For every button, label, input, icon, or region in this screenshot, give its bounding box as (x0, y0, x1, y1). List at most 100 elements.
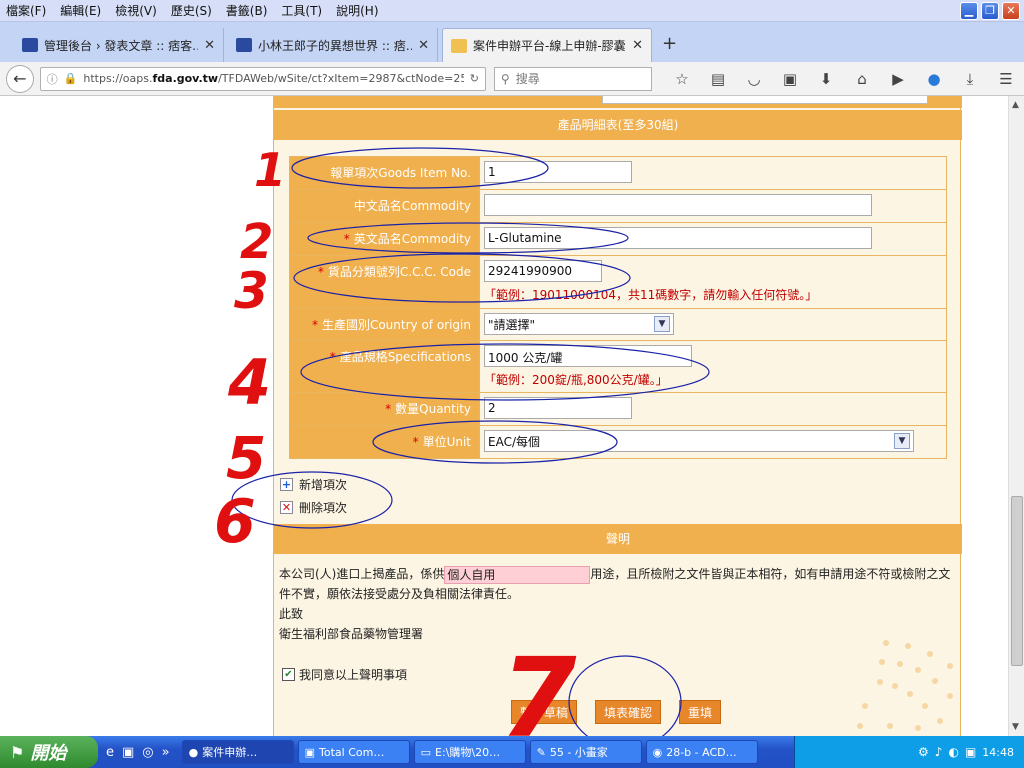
windows-flag-icon: ⚑ (10, 742, 25, 762)
table-row: * 生產國別Country of origin "請選擇" ▼ (289, 308, 947, 341)
reset-button[interactable]: 重填 (679, 700, 722, 724)
volume-icon[interactable]: ♪ (935, 745, 943, 759)
restore-icon[interactable]: ❐ (981, 2, 999, 20)
menu-bookmarks[interactable]: 書籤(B) (226, 2, 268, 19)
folder-icon: ▭ (420, 745, 432, 759)
quantity-input[interactable]: 2 (484, 397, 632, 419)
system-tray: ⚙ ♪ ◐ ▣ 14:48 (794, 736, 1024, 768)
form-buttons: 暫存草稿 填表確認 重填 (511, 700, 739, 724)
goods-item-no-input[interactable]: 1 (484, 161, 632, 183)
clock[interactable]: 14:48 (982, 746, 1014, 759)
specifications-input[interactable]: 1000 公克/罐 (484, 345, 692, 367)
url-bar[interactable]: ⓘ 🔒 https://oaps.fda.gov.tw/TFDAWeb/wSit… (39, 66, 486, 91)
table-row: 報單項次Goods Item No. 1 (289, 156, 947, 190)
scroll-up-icon[interactable]: ▲ (1012, 100, 1019, 110)
reader-view-icon[interactable]: ▤ (700, 70, 736, 88)
agree-checkbox-row[interactable]: ✔ 我同意以上聲明事項 (282, 666, 407, 683)
taskbar-item-browser[interactable]: ● 案件申辦… (181, 740, 294, 764)
specifications-label: * 產品規格Specifications (289, 340, 480, 393)
tab-blog[interactable]: 小林王郎子的異想世界 :: 痞… ✕ (228, 28, 438, 62)
save-disk-icon[interactable]: ▣ (122, 745, 134, 760)
menu-history[interactable]: 歷史(S) (171, 2, 212, 19)
chinese-commodity-input[interactable] (484, 194, 872, 216)
unit-select[interactable]: EAC/每個 ▼ (484, 430, 914, 452)
agree-label: 我同意以上聲明事項 (299, 668, 408, 682)
vertical-scrollbar[interactable]: ▲ ▼ (1008, 96, 1024, 736)
table-row: * 產品規格Specifications 1000 公克/罐 「範例：200錠/瓶… (289, 340, 947, 393)
lock-icon[interactable]: 🔒 (64, 72, 78, 85)
delete-x-icon: ✕ (280, 501, 293, 514)
menu-file[interactable]: 檔案(F) (6, 2, 46, 19)
tab-title: 管理後台 › 發表文章 :: 痞客… (44, 38, 199, 53)
paint-icon: ✎ (536, 745, 546, 759)
previous-section-strip (274, 96, 962, 108)
annotation-number-3: 3 (234, 262, 269, 320)
product-details-header: 產品明細表(至多30組) (274, 110, 962, 140)
confirm-button[interactable]: 填表確認 (595, 700, 662, 724)
menu-edit[interactable]: 編輯(E) (60, 2, 101, 19)
info-icon[interactable]: ⓘ (47, 71, 58, 87)
tab-case-platform[interactable]: 案件申辦平台-線上申辦-膠囊… ✕ (442, 28, 652, 62)
purpose-input[interactable]: 個人自用 (444, 565, 591, 584)
ccc-code-hint: 「範例：19011000104，共11碼數字，請勿輸入任何符號。」 (484, 288, 818, 302)
save-draft-button[interactable]: 暫存草稿 (511, 700, 578, 724)
agree-checkbox[interactable]: ✔ (282, 668, 295, 681)
play-circle-icon[interactable]: ● (916, 70, 952, 88)
english-commodity-input[interactable]: L-Glutamine (484, 227, 872, 249)
tab-title: 案件申辦平台-線上申辦-膠囊… (473, 39, 627, 53)
close-tab-icon[interactable]: ✕ (632, 38, 643, 53)
download-arrow-icon[interactable]: ⬇ (808, 70, 844, 88)
quick-launch-icon[interactable]: ◎ (142, 745, 153, 760)
ccc-code-label: * 貨品分類號列C.C.C. Code (289, 255, 480, 309)
minimize-icon[interactable]: ▁ (960, 2, 978, 20)
reload-icon[interactable]: ↻ (470, 72, 479, 85)
add-item-button[interactable]: + 新增項次 (280, 476, 347, 493)
network-icon[interactable]: ⚙ (918, 745, 929, 759)
chevron-down-icon[interactable]: ▼ (654, 316, 670, 332)
table-row: 中文品名Commodity (289, 189, 947, 223)
taskbar-item-explorer[interactable]: ▭ E:\購物\20… (413, 740, 526, 764)
screenshot-icon[interactable]: ▣ (772, 70, 808, 88)
youtube-icon[interactable]: ▶ (880, 70, 916, 88)
menu-tools[interactable]: 工具(T) (281, 2, 322, 19)
close-tab-icon[interactable]: ✕ (204, 38, 215, 53)
country-of-origin-select[interactable]: "請選擇" ▼ (484, 313, 674, 335)
table-row: * 英文品名Commodity L-Glutamine (289, 222, 947, 256)
start-button[interactable]: ⚑ 開始 (0, 736, 98, 768)
plus-icon: + (280, 478, 293, 491)
recipient: 衛生福利部食品藥物管理署 (279, 627, 424, 641)
bookmark-star-icon[interactable]: ☆ (664, 70, 700, 88)
security-icon[interactable]: ◐ (948, 745, 958, 759)
new-tab-icon[interactable]: + (662, 33, 677, 54)
previous-field[interactable] (602, 96, 928, 104)
pocket-icon[interactable]: ◡ (736, 70, 772, 88)
close-window-icon[interactable]: ✕ (1002, 2, 1020, 20)
window-controls: ▁ ❐ ✕ (957, 2, 1020, 20)
home-icon[interactable]: ⌂ (844, 70, 880, 88)
scroll-down-icon[interactable]: ▼ (1012, 722, 1019, 732)
annotation-number-4: 4 (227, 346, 271, 419)
more-chevron-icon[interactable]: » (162, 745, 170, 760)
scroll-thumb[interactable] (1011, 496, 1023, 666)
product-details-table: 報單項次Goods Item No. 1 中文品名Commodity * 英文品名… (289, 156, 947, 459)
start-label: 開始 (30, 743, 67, 764)
delete-item-button[interactable]: ✕ 刪除項次 (280, 499, 347, 516)
ie-icon[interactable]: e (106, 745, 114, 760)
tab-admin-post[interactable]: 管理後台 › 發表文章 :: 痞客… ✕ (14, 28, 224, 62)
chevron-down-icon[interactable]: ▼ (894, 433, 910, 449)
menu-help[interactable]: 說明(H) (336, 2, 378, 19)
close-tab-icon[interactable]: ✕ (418, 38, 429, 53)
back-arrow-icon[interactable]: ← (6, 64, 34, 93)
taskbar-item-total-commander[interactable]: ▣ Total Com… (297, 740, 410, 764)
country-selected-value: "請選擇" (488, 317, 536, 332)
menu-view[interactable]: 檢視(V) (115, 2, 157, 19)
search-placeholder: 搜尋 (515, 72, 540, 86)
taskbar-item-paint[interactable]: ✎ 55 - 小畫家 (529, 740, 642, 764)
taskbar-item-acdsee[interactable]: ◉ 28-b - ACD… (645, 740, 758, 764)
ccc-code-input[interactable]: 29241990900 (484, 260, 602, 282)
fda-favicon-icon (451, 38, 467, 53)
downloads-icon[interactable]: ⤓ (952, 70, 988, 88)
hamburger-menu-icon[interactable]: ☰ (988, 70, 1024, 88)
search-input[interactable]: ⚲ 搜尋 (493, 66, 652, 91)
tray-app-icon[interactable]: ▣ (965, 745, 976, 759)
